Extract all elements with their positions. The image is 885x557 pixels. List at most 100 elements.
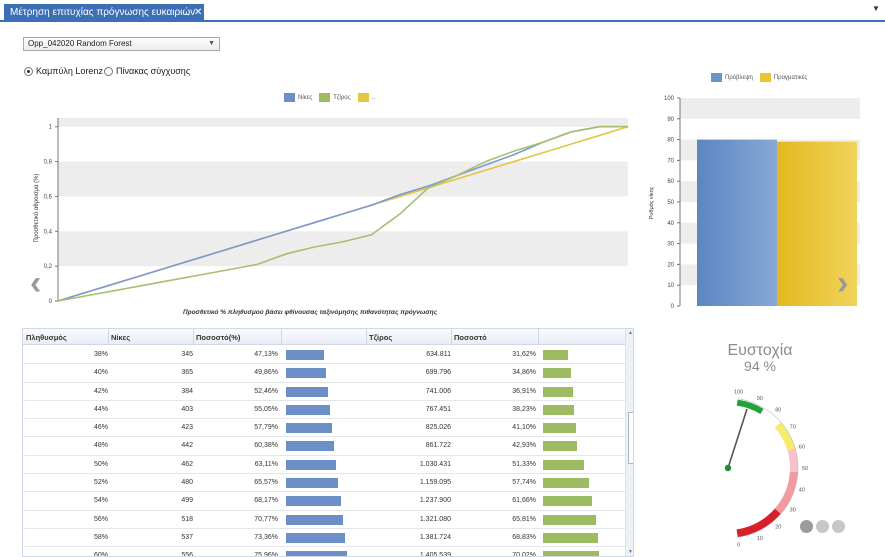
column-header-wins[interactable]: Νίκες — [111, 333, 130, 342]
plot-band — [680, 98, 860, 119]
y-tick-label: 0 — [671, 304, 675, 310]
revenue-share-bar — [543, 532, 599, 543]
legend-label: Νίκες — [298, 94, 313, 101]
table-row[interactable]: 40% 365 49,86% 699.796 34,86% — [23, 364, 625, 383]
legend-item: Πραγματικές — [759, 73, 807, 82]
bar-y-axis-title: Ρυθμός νίκης — [649, 186, 655, 220]
cell-population: 40% — [93, 369, 108, 377]
lorenz-table: Πληθυσμός Νίκες Ποσοστό(%) Τζίρος Ποσοστ… — [22, 328, 634, 557]
radio-dot[interactable] — [104, 66, 113, 76]
y-tick-label: 30 — [667, 242, 674, 248]
cell-revenue: 767.451 — [425, 405, 451, 413]
cell-population: 44% — [93, 405, 108, 413]
cell-population: 46% — [93, 424, 108, 432]
y-tick-label: 0,2 — [44, 264, 53, 270]
cell-revenue: 1.030.431 — [419, 460, 451, 468]
gauge-needle-hub — [724, 464, 732, 472]
gauge-needle — [727, 408, 748, 469]
table-row[interactable]: 56% 518 70,77% 1.321.080 65,81% — [23, 511, 625, 529]
gauge-scale-label: 0 — [737, 542, 740, 548]
legend-item: Νίκες — [284, 93, 312, 102]
cell-population: 50% — [93, 460, 108, 468]
tab-accuracy-measurement[interactable]: Μέτρηση επιτυχίας πρόγνωσης ευκαιριών → … — [4, 4, 204, 22]
cell-revenue: 1.237.900 — [419, 497, 451, 505]
cell-wins: 462 — [181, 460, 193, 468]
y-tick-label: 1 — [49, 125, 53, 131]
cell-pct: 60,38% — [254, 442, 278, 450]
radio-lorenz[interactable]: Καμπύλη Lorenz — [24, 66, 103, 76]
win-rate-bar-chart: 0 10 20 30 40 50 60 70 80 90 100 — [664, 96, 860, 310]
cell-revenue: 1.321.080 — [419, 515, 451, 523]
column-header-revenue[interactable]: Τζίρος — [369, 333, 392, 342]
cell-rev-pct: 68,83% — [512, 533, 536, 541]
table-row[interactable]: 46% 423 57,79% 825.026 41,10% — [23, 419, 625, 438]
cell-population: 54% — [93, 497, 108, 505]
wins-share-bar — [286, 404, 331, 415]
table-row[interactable]: 52% 480 65,57% 1.159.095 57,74% — [23, 474, 625, 493]
table-row[interactable]: 42% 384 52,46% 741.006 36,91% — [23, 383, 625, 401]
gauge-scale-label: 80 — [775, 408, 781, 414]
y-tick-label: 0 — [49, 299, 53, 305]
table-row[interactable]: 44% 403 55,05% 767.451 38,23% — [23, 401, 625, 420]
column-header-pct[interactable]: Ποσοστό(%) — [196, 333, 240, 342]
carousel-dot[interactable] — [800, 520, 813, 533]
column-header-revenue-pct[interactable]: Ποσοστό — [454, 333, 487, 342]
wins-share-bar — [286, 532, 345, 543]
table-row[interactable]: 58% 537 73,36% 1.381.724 68,83% — [23, 529, 625, 548]
cell-pct: 57,79% — [254, 424, 278, 432]
gauge-scale-label: 50 — [802, 466, 808, 472]
table-row[interactable]: 38% 345 47,13% 634.811 31,62% — [23, 346, 625, 365]
table-row[interactable]: 60% 556 75,96% 1.405.539 70,02% — [23, 547, 625, 556]
chevron-down-icon: ▼ — [208, 40, 215, 47]
revenue-share-bar — [543, 441, 578, 452]
radio-dot-selected[interactable] — [24, 66, 33, 76]
vertical-scrollbar[interactable]: ▲ ▼ — [625, 329, 633, 556]
close-icon[interactable]: ✕ — [194, 4, 202, 22]
radio-confusion-matrix[interactable]: Πίνακας σύγχυσης — [104, 66, 190, 76]
table-row[interactable]: 54% 499 68,17% 1.237.900 61,66% — [23, 492, 625, 511]
carousel-dot[interactable] — [816, 520, 829, 533]
cell-revenue: 1.381.724 — [419, 533, 451, 541]
y-tick-label: 10 — [667, 283, 674, 289]
wins-share-bar — [286, 423, 333, 434]
gauge-scale-label: 20 — [775, 524, 781, 530]
y-tick-label: 60 — [667, 179, 674, 185]
tab-strip: Μέτρηση επιτυχίας πρόγνωσης ευκαιριών → … — [0, 0, 885, 22]
scrollbar-thumb[interactable] — [628, 412, 633, 464]
scroll-down-icon[interactable]: ▼ — [628, 549, 633, 555]
wins-share-bar — [286, 350, 324, 360]
model-select[interactable]: Opp_042020 Random Forest ▼ — [23, 37, 220, 51]
gauge-scale-label: 30 — [790, 508, 796, 514]
y-tick-label: 70 — [667, 158, 674, 164]
revenue-share-bar — [543, 386, 573, 397]
pin-icon[interactable]: → — [182, 4, 191, 22]
y-tick-label: 100 — [664, 96, 675, 102]
wins-share-bar — [286, 386, 328, 397]
scroll-up-icon[interactable]: ▲ — [628, 330, 633, 336]
lorenz-legend: Νίκες Τζίρος .. — [284, 93, 382, 102]
carousel-dot[interactable] — [832, 520, 845, 533]
table-row[interactable]: 48% 442 60,38% 861.722 42,93% — [23, 437, 625, 456]
cell-revenue: 861.722 — [425, 442, 451, 450]
cell-revenue: 741.006 — [425, 387, 451, 395]
gauge-scale-label: 40 — [799, 488, 805, 494]
gauge-scale-label: 100 — [734, 390, 743, 396]
lorenz-x-axis-title: Προσθετικό % πληθυσμού βάσει φθίνουσας τ… — [182, 309, 438, 316]
cell-rev-pct: 51,33% — [512, 460, 536, 468]
cell-pct: 52,46% — [254, 387, 278, 395]
chevron-right-icon[interactable]: › — [837, 266, 848, 300]
cell-pct: 70,77% — [254, 515, 278, 523]
column-header-population[interactable]: Πληθυσμός — [26, 333, 67, 342]
y-tick-label: 50 — [667, 200, 674, 206]
cell-population: 42% — [93, 387, 108, 395]
chevron-down-icon[interactable]: ▼ — [872, 4, 880, 13]
gauge-arc-segment — [736, 508, 781, 538]
legend-label: Τζίρος — [333, 94, 351, 101]
legend-swatch — [319, 93, 331, 102]
plot-band — [58, 231, 628, 267]
table-row[interactable]: 50% 462 63,11% 1.030.431 51,33% — [23, 456, 625, 475]
legend-label: .. — [371, 94, 375, 101]
chevron-left-icon[interactable]: ‹ — [30, 266, 41, 300]
cell-wins: 384 — [181, 387, 193, 395]
cell-pct: 63,11% — [254, 460, 278, 468]
